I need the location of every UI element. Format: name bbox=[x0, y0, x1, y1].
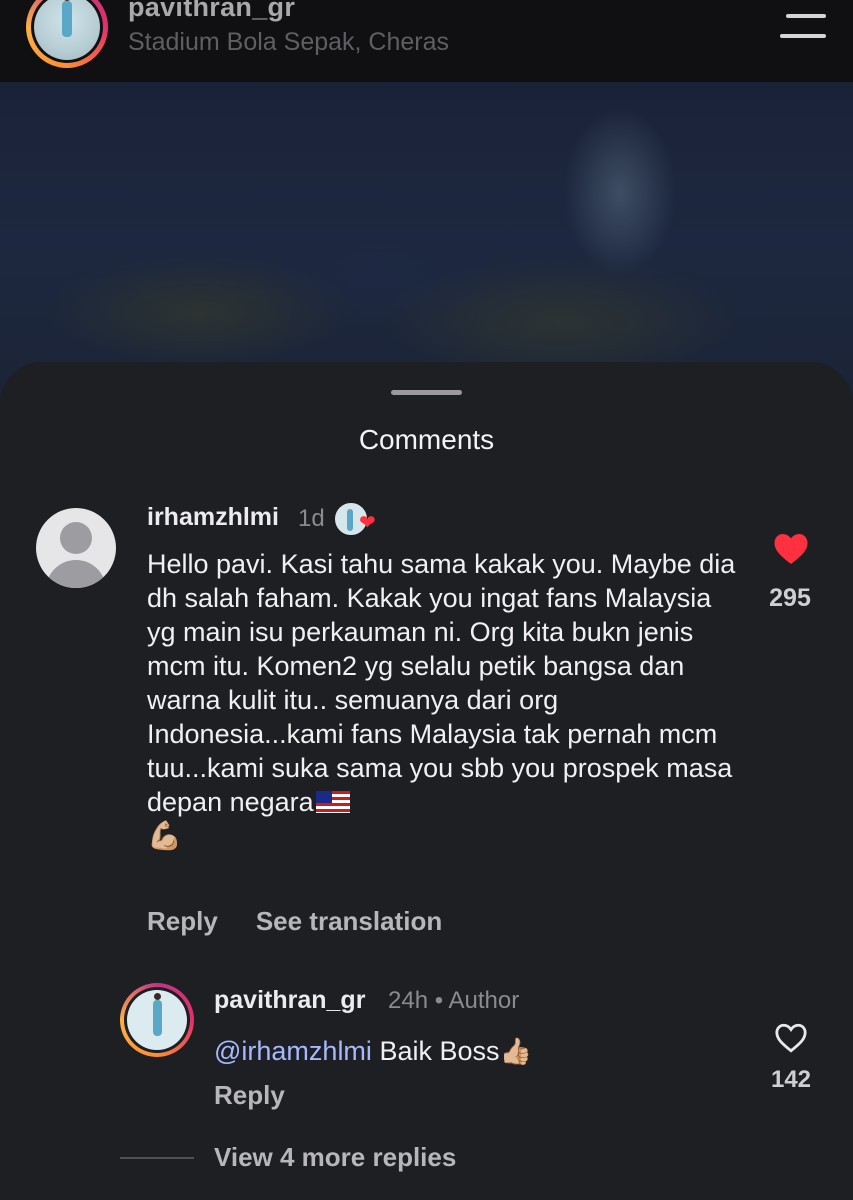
reply-button[interactable]: Reply bbox=[214, 1080, 285, 1111]
see-translation-button[interactable]: See translation bbox=[256, 906, 442, 936]
sheet-title: Comments bbox=[358, 424, 495, 455]
person-figure bbox=[62, 0, 72, 37]
app-screen: pavithran_gr Stadium Bola Sepak, Cheras … bbox=[0, 0, 853, 1200]
avatar-photo bbox=[127, 990, 187, 1050]
comment-like-count: 295 bbox=[769, 584, 811, 612]
author-liked-badge: ❤ bbox=[333, 501, 385, 537]
reply-username[interactable]: pavithran_gr bbox=[214, 986, 365, 1015]
thumbs-up-emoji: 👍🏼 bbox=[499, 1036, 532, 1066]
mention-link[interactable]: @irhamzhlmi bbox=[214, 1036, 372, 1066]
like-heart-outline-icon[interactable] bbox=[774, 1022, 808, 1054]
post-username[interactable]: pavithran_gr bbox=[128, 0, 295, 23]
comment-username[interactable]: irhamzhlmi bbox=[147, 503, 279, 532]
view-more-replies-button[interactable]: View 4 more replies bbox=[214, 1142, 456, 1173]
comments-sheet: Comments irhamzhlmi 1d ❤ Hello pavi. Kas… bbox=[0, 362, 853, 1200]
reply-body: Baik Boss bbox=[379, 1036, 500, 1066]
post-header: pavithran_gr Stadium Bola Sepak, Cheras bbox=[0, 0, 853, 82]
drag-handle[interactable] bbox=[391, 390, 462, 395]
comment-actions: Reply See translation bbox=[147, 906, 480, 937]
post-location[interactable]: Stadium Bola Sepak, Cheras bbox=[128, 28, 449, 57]
reply-author-avatar[interactable] bbox=[120, 983, 194, 1057]
reply-meta: 24h • Author bbox=[388, 987, 519, 1015]
reply-time: 24h bbox=[388, 987, 429, 1014]
post-author-avatar[interactable] bbox=[26, 0, 108, 68]
reply-like-count: 142 bbox=[770, 1066, 812, 1093]
commenter-avatar[interactable] bbox=[36, 508, 116, 588]
reply-text: @irhamzhlmi Baik Boss👍🏼 bbox=[214, 1036, 532, 1067]
meta-separator: • bbox=[434, 987, 444, 1014]
comment-text: Hello pavi. Kasi tahu sama kakak you. Ma… bbox=[147, 549, 743, 851]
post-image bbox=[0, 82, 853, 402]
like-heart-filled-icon[interactable] bbox=[773, 532, 809, 566]
thread-divider bbox=[120, 1157, 194, 1159]
heart-icon: ❤ bbox=[359, 512, 376, 534]
comment-time: 1d bbox=[298, 505, 325, 532]
avatar-photo bbox=[34, 0, 100, 60]
author-label: Author bbox=[448, 987, 520, 1014]
malaysia-flag-emoji bbox=[315, 791, 350, 813]
reply-button[interactable]: Reply bbox=[147, 906, 218, 936]
flexed-biceps-emoji: 💪🏼 bbox=[147, 820, 182, 851]
menu-icon[interactable] bbox=[780, 14, 828, 44]
